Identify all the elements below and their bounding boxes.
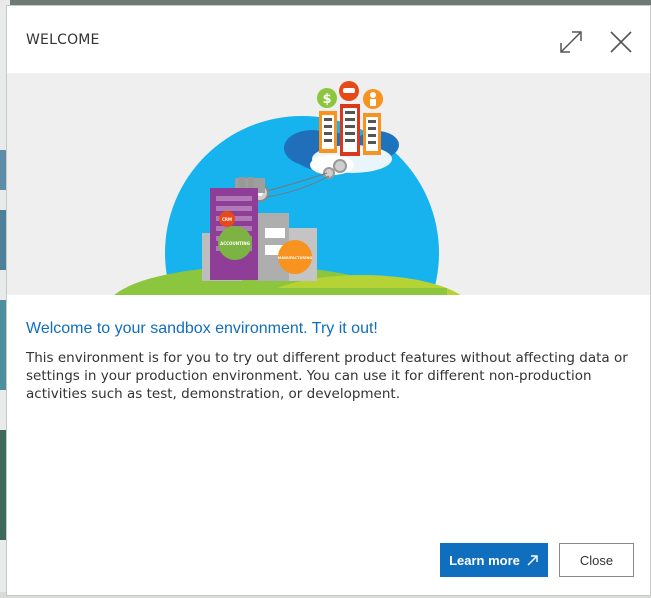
external-link-icon	[527, 554, 538, 565]
expand-icon	[560, 31, 582, 53]
dialog-heading: Welcome to your sandbox environment. Try…	[26, 320, 378, 337]
dialog-body-text: This environment is for you to try out d…	[26, 350, 628, 402]
close-dialog-button[interactable]	[607, 28, 635, 56]
server-left	[319, 111, 337, 153]
hero-illustration: $ CRM ACCOUNTING MANUFACTURING	[7, 73, 650, 295]
dialog-title: WELCOME	[26, 32, 100, 48]
expand-button[interactable]	[557, 28, 585, 56]
learn-more-label: Learn more	[449, 552, 520, 568]
server-center	[340, 104, 360, 156]
manufacturing-label: MANUFACTURING	[278, 256, 312, 260]
gear-icon	[333, 159, 347, 173]
crm-label: CRM	[222, 217, 232, 222]
svg-text:$: $	[322, 92, 331, 107]
learn-more-button[interactable]: Learn more	[440, 543, 548, 577]
close-icon	[610, 31, 632, 53]
close-button[interactable]: Close	[559, 543, 634, 577]
welcome-dialog: WELCOME $ CRM ACCOUNTING MANUFACTURING W…	[6, 5, 651, 596]
accounting-label: ACCOUNTING	[220, 241, 250, 246]
server-right	[363, 113, 381, 155]
